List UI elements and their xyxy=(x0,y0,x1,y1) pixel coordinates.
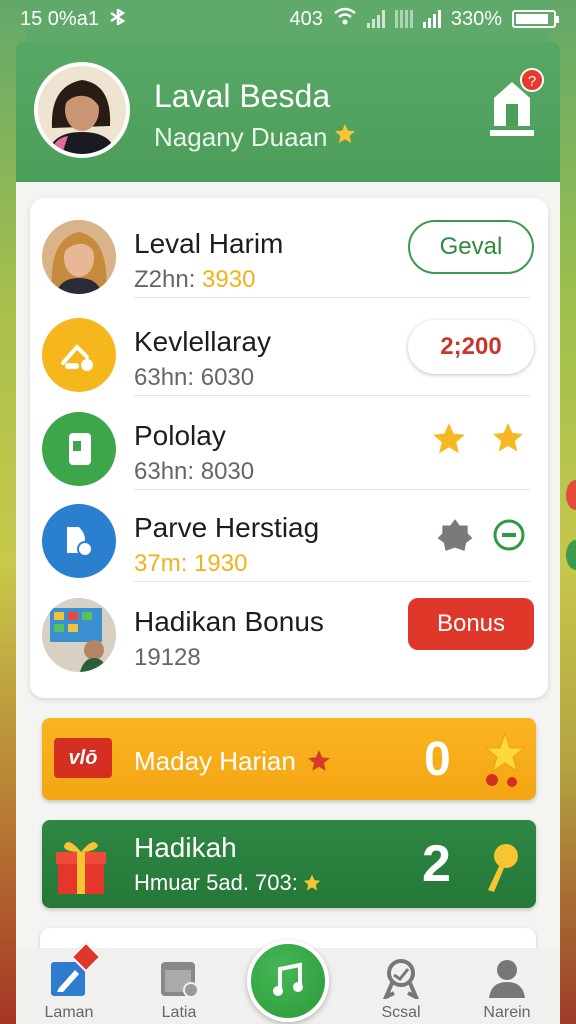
profile-name: Laval Besda xyxy=(154,78,331,114)
gift-count: 2 xyxy=(422,835,451,893)
item-subtitle-value: 8030 xyxy=(200,458,255,485)
green-blip xyxy=(566,540,576,570)
calendar-icon xyxy=(157,956,201,1000)
bluetooth-icon xyxy=(109,7,127,31)
nav-laman[interactable]: Laman xyxy=(24,941,114,1022)
daily-mission-banner[interactable]: vlō Maday Harian 0 xyxy=(42,718,536,800)
main-panel: Laval Besda Nagany Duaan ? Leval Harim Z… xyxy=(16,42,560,1024)
daily-count: 0 xyxy=(424,733,451,786)
signal-icon-2 xyxy=(394,10,413,28)
red-blip xyxy=(566,480,576,510)
badge-icon[interactable] xyxy=(436,516,474,559)
edit-icon xyxy=(47,941,102,1000)
music-icon xyxy=(273,962,303,996)
user-icon xyxy=(485,956,529,1000)
profile-header: Laval Besda Nagany Duaan ? xyxy=(16,42,560,182)
item-subtitle-value: 3930 xyxy=(202,266,256,293)
gift-icon xyxy=(54,836,108,901)
item-subtitle-value: 19128 xyxy=(134,644,201,671)
nav-scsal[interactable]: Scsal xyxy=(356,956,446,1022)
status-left-text: 15 0%a1 xyxy=(20,7,99,30)
activity-list: Leval Harim Z2hn: 3930 Geval Kevlellaray… xyxy=(30,198,548,698)
item-title: Pololay xyxy=(134,420,226,451)
battery-text: 330% xyxy=(450,7,502,30)
key-icon xyxy=(480,840,524,901)
profile-subtitle-text: Nagany Duaan xyxy=(154,122,328,152)
profile-subtitle: Nagany Duaan xyxy=(154,122,357,153)
star-icon xyxy=(333,122,357,153)
item-title: Leval Harim xyxy=(134,228,284,259)
star-icon[interactable] xyxy=(490,420,526,461)
item-subtitle-prefix: 63hn: xyxy=(134,364,201,391)
nav-label: Latia xyxy=(161,1004,197,1021)
home-button[interactable]: ? xyxy=(488,68,544,140)
item-subtitle: 19128 xyxy=(134,644,201,672)
gift-title: Hadikah xyxy=(134,832,237,863)
star-icon xyxy=(306,748,332,779)
item-subtitle-prefix: 63hn: xyxy=(134,458,201,485)
nav-latia[interactable]: Latia xyxy=(134,956,224,1022)
phone-icon xyxy=(42,412,116,486)
item-subtitle-value: 37m: 1930 xyxy=(134,550,248,577)
bonus-button[interactable]: Bonus xyxy=(408,598,534,650)
item-subtitle-prefix: Z2hn: xyxy=(134,266,203,293)
wifi-icon xyxy=(333,7,357,31)
medal-icon xyxy=(379,956,423,1000)
gift-subtitle: Hmuar 5ad. 703: xyxy=(134,870,322,896)
profile-avatar[interactable] xyxy=(34,62,130,158)
nav-label: Laman xyxy=(44,1004,94,1021)
signal-icon-3 xyxy=(422,10,441,28)
daily-label: Maday Harian xyxy=(134,746,296,776)
list-item[interactable]: Leval Harim Z2hn: 3930 Geval xyxy=(30,204,548,298)
list-item[interactable]: Pololay 63hn: 8030 xyxy=(30,396,548,490)
item-title: Kevlellaray xyxy=(134,326,271,357)
signal-icon xyxy=(366,10,385,28)
item-subtitle: 37m: 1930 xyxy=(134,550,247,578)
user-avatar xyxy=(42,220,116,294)
item-title: Hadikan Bonus xyxy=(134,606,324,637)
trophy-icon xyxy=(482,732,528,793)
bonus-thumbnail xyxy=(42,598,116,672)
star-icon[interactable] xyxy=(430,420,468,463)
nav-label: Narein xyxy=(483,1004,531,1021)
bottom-navigation: Laman Latia Scsal Narein xyxy=(16,940,560,1024)
minus-circle-icon[interactable] xyxy=(492,518,526,557)
nav-narein[interactable]: Narein xyxy=(462,956,552,1022)
geval-button[interactable]: Geval xyxy=(408,220,534,274)
item-subtitle-value: 6030 xyxy=(200,364,255,391)
music-button[interactable] xyxy=(247,940,329,1022)
chart-icon xyxy=(42,504,116,578)
status-right-text: 403 xyxy=(289,7,323,30)
controller-icon xyxy=(42,318,116,392)
score-pill[interactable]: 2;200 xyxy=(408,320,534,374)
item-subtitle: Z2hn: 3930 xyxy=(134,266,255,294)
list-item[interactable]: Kevlellaray 63hn: 6030 2;200 xyxy=(30,302,548,396)
status-bar: 15 0%a1 403 330% xyxy=(0,0,576,38)
notification-badge[interactable]: ? xyxy=(520,68,544,92)
item-title: Parve Herstiag xyxy=(134,512,320,543)
star-icon xyxy=(303,874,321,891)
item-subtitle: 63hn: 6030 xyxy=(134,364,254,392)
divider xyxy=(134,297,530,298)
gift-subtitle-text: Hmuar 5ad. 703: xyxy=(134,870,298,895)
item-subtitle: 63hn: 8030 xyxy=(134,458,254,486)
list-item[interactable]: Hadikan Bonus 19128 Bonus xyxy=(30,582,548,676)
daily-badge: vlō xyxy=(54,738,112,778)
nav-label: Scsal xyxy=(381,1004,421,1021)
battery-icon xyxy=(512,10,559,28)
list-item[interactable]: Parve Herstiag 37m: 1930 xyxy=(30,488,548,582)
gift-banner[interactable]: Hadikah Hmuar 5ad. 703: 2 xyxy=(42,820,536,908)
